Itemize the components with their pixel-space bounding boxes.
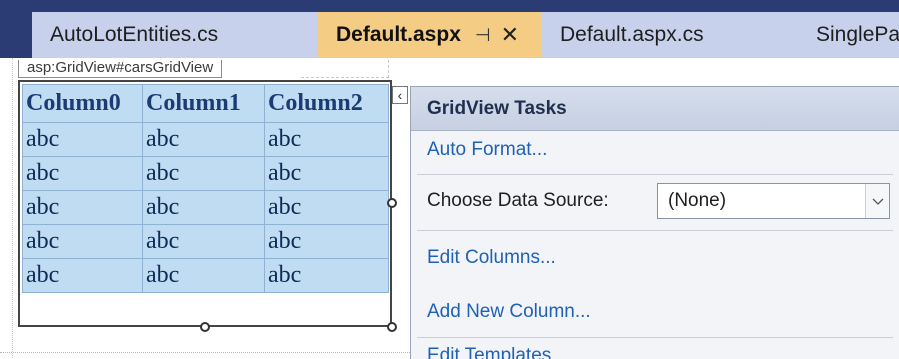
grid-cell: abc [264, 156, 389, 191]
grid-cell: abc [22, 224, 143, 259]
chevron-left-icon[interactable]: ‹ [392, 86, 408, 104]
tab-label: Default.aspx [336, 23, 461, 46]
edit-columns-link[interactable]: Edit Columns... [427, 247, 556, 269]
grid-header-cell: Column2 [264, 84, 389, 123]
grid-cell: abc [142, 122, 265, 157]
edit-templates-link[interactable]: Edit Templates [427, 345, 551, 359]
grid-cell: abc [22, 190, 143, 225]
divider [417, 174, 893, 175]
grid-cell: abc [142, 156, 265, 191]
design-guide-line [0, 352, 410, 353]
tab-singlepage[interactable]: SinglePag [798, 12, 899, 58]
tab-default-aspx[interactable]: Default.aspx ⊣ ✕ [318, 12, 542, 58]
resize-handle-bottom[interactable] [200, 322, 210, 332]
tasks-panel-title: GridView Tasks [411, 87, 899, 131]
auto-format-link[interactable]: Auto Format... [427, 139, 547, 161]
design-guide-line [12, 58, 13, 358]
resize-handle-corner[interactable] [387, 322, 397, 332]
grid-cell: abc [142, 224, 265, 259]
chevron-down-icon [872, 198, 883, 205]
gridview-control[interactable]: Column0 Column1 Column2 abc abc abc abc … [22, 84, 389, 293]
control-tag-label: asp:GridView#carsGridView [18, 60, 223, 78]
control-tag-outline [301, 60, 389, 78]
pin-icon[interactable]: ⊣ [475, 25, 491, 46]
grid-header-row: Column0 Column1 Column2 [22, 84, 389, 123]
data-source-select[interactable]: (None) [657, 183, 890, 219]
table-row: abc abc abc [22, 156, 389, 191]
tab-label: SinglePag [816, 23, 899, 46]
chevron-down-icon[interactable] [865, 184, 889, 218]
grid-header-cell: Column1 [142, 84, 265, 123]
data-source-value: (None) [668, 190, 727, 211]
grid-cell: abc [142, 258, 265, 293]
divider [417, 230, 893, 231]
close-icon[interactable]: ✕ [501, 22, 519, 48]
document-tab-strip: AutoLotEntities.cs Default.aspx ⊣ ✕ Defa… [0, 0, 899, 58]
tab-label: Default.aspx.cs [560, 23, 704, 46]
grid-cell: abc [264, 190, 389, 225]
grid-header-cell: Column0 [22, 84, 143, 123]
tab-label: AutoLotEntities.cs [50, 23, 219, 46]
design-surface[interactable]: asp:GridView#carsGridView Column0 Column… [0, 58, 899, 359]
add-new-column-link[interactable]: Add New Column... [427, 301, 591, 323]
grid-cell: abc [264, 122, 389, 157]
tab-autolotentities-cs[interactable]: AutoLotEntities.cs [32, 12, 318, 58]
gridview-tasks-panel: GridView Tasks Auto Format... Choose Dat… [410, 86, 899, 359]
table-row: abc abc abc [22, 190, 389, 225]
table-row: abc abc abc [22, 258, 389, 293]
grid-cell: abc [142, 190, 265, 225]
divider [417, 337, 893, 338]
table-row: abc abc abc [22, 122, 389, 157]
tab-strip-edge [0, 0, 14, 58]
grid-cell: abc [264, 258, 389, 293]
grid-cell: abc [22, 122, 143, 157]
table-row: abc abc abc [22, 224, 389, 259]
grid-cell: abc [264, 224, 389, 259]
grid-cell: abc [22, 258, 143, 293]
choose-data-source-label: Choose Data Source: [427, 190, 609, 211]
resize-handle-right[interactable] [387, 198, 397, 208]
tab-default-aspx-cs[interactable]: Default.aspx.cs [542, 12, 798, 58]
grid-cell: abc [22, 156, 143, 191]
